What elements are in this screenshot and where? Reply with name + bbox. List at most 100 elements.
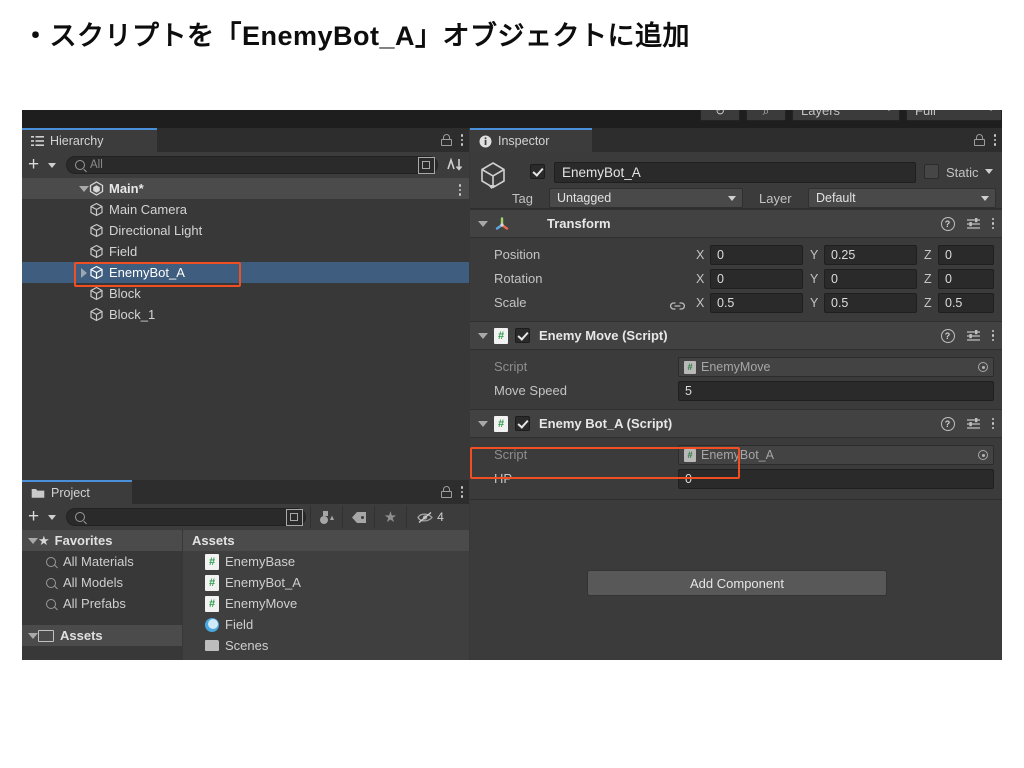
move-speed-input[interactable]: 5 (678, 381, 994, 401)
kebab-menu-icon[interactable] (460, 486, 463, 498)
project-tree-favorites[interactable]: ★ Favorites (22, 530, 182, 551)
asset-item-field[interactable]: Field (183, 614, 469, 635)
chevron-down-icon[interactable] (27, 630, 38, 641)
component-header-enemy-bot-a[interactable]: # Enemy Bot_A (Script) ? (470, 409, 1002, 438)
create-asset-button[interactable]: + (28, 507, 39, 526)
lock-icon[interactable] (973, 134, 985, 146)
component-header-enemy-move[interactable]: # Enemy Move (Script) ? (470, 321, 1002, 350)
chevron-down-icon[interactable] (78, 183, 89, 194)
script-value: EnemyBot_A (701, 448, 774, 462)
layers-dropdown[interactable]: Layers (792, 110, 900, 121)
enemy-move-script-field[interactable]: # EnemyMove (678, 357, 994, 377)
layer-dropdown[interactable]: Default (808, 188, 996, 208)
asset-item-enemybot-a[interactable]: # EnemyBot_A (183, 572, 469, 593)
scale-z-input[interactable]: 0.5 (938, 293, 994, 313)
preset-settings-icon[interactable] (966, 217, 981, 230)
project-tree-assets[interactable]: Assets (22, 625, 182, 646)
tab-inspector[interactable]: Inspector (470, 128, 592, 152)
chevron-down-icon[interactable] (48, 515, 56, 520)
gameobject-cube-icon (89, 265, 104, 280)
kebab-menu-icon[interactable] (991, 329, 994, 342)
expand-window-icon[interactable] (286, 509, 303, 526)
component-enabled-checkbox[interactable] (515, 416, 530, 431)
hierarchy-item-main-camera[interactable]: Main Camera (22, 199, 469, 220)
chevron-down-icon[interactable] (477, 418, 488, 429)
help-icon[interactable]: ? (940, 416, 955, 431)
asset-item-enemybase[interactable]: # EnemyBase (183, 551, 469, 572)
chevron-down-icon[interactable] (27, 535, 38, 546)
kebab-menu-icon[interactable] (991, 417, 994, 430)
object-picker-icon[interactable] (978, 450, 988, 460)
chevron-down-icon[interactable] (48, 163, 56, 168)
layout-dropdown[interactable]: Full (906, 110, 1002, 121)
expand-window-icon[interactable] (418, 157, 435, 174)
gameobject-cube-icon (89, 202, 104, 217)
help-icon[interactable]: ? (940, 328, 955, 343)
chevron-down-icon[interactable] (477, 330, 488, 341)
hierarchy-scene-row[interactable]: Main* (22, 178, 469, 199)
constrain-proportions-link-icon[interactable] (670, 299, 685, 310)
kebab-menu-icon[interactable] (991, 217, 994, 230)
component-title: Enemy Bot_A (Script) (539, 416, 673, 431)
lock-icon[interactable] (440, 134, 452, 146)
position-z-input[interactable]: 0 (938, 245, 994, 265)
hierarchy-tabbar: Hierarchy (22, 128, 469, 152)
hidden-packages-icon[interactable]: 4 (406, 506, 454, 528)
asset-item-enemymove[interactable]: # EnemyMove (183, 593, 469, 614)
material-icon (205, 617, 219, 632)
lock-icon[interactable] (440, 486, 452, 498)
tab-hierarchy[interactable]: Hierarchy (22, 128, 157, 152)
project-tree-all-prefabs[interactable]: All Prefabs (22, 593, 182, 614)
asset-item-scenes[interactable]: Scenes (183, 635, 469, 656)
chevron-right-icon[interactable] (78, 267, 89, 278)
position-y-input[interactable]: 0.25 (824, 245, 917, 265)
hierarchy-item-directional-light[interactable]: Directional Light (22, 220, 469, 241)
kebab-menu-icon[interactable] (458, 184, 461, 196)
static-dropdown-caret-icon[interactable] (985, 169, 993, 174)
toolbar-search-button[interactable]: ⌕ (746, 110, 786, 121)
gameobject-cube-icon[interactable] (478, 160, 508, 190)
refresh-icon: ↻ (714, 110, 726, 118)
kebab-menu-icon[interactable] (993, 134, 996, 146)
kebab-menu-icon[interactable] (460, 134, 463, 146)
tag-dropdown[interactable]: Untagged (549, 188, 743, 208)
static-checkbox[interactable] (924, 164, 939, 179)
component-enabled-checkbox[interactable] (515, 328, 530, 343)
tab-project[interactable]: Project (22, 480, 132, 504)
gameobject-enabled-checkbox[interactable] (530, 164, 545, 179)
hierarchy-item-block-1[interactable]: Block_1 (22, 304, 469, 325)
chevron-down-icon[interactable] (477, 218, 488, 229)
preset-settings-icon[interactable] (966, 417, 981, 430)
add-component-button[interactable]: Add Component (587, 570, 887, 596)
scale-y-input[interactable]: 0.5 (824, 293, 917, 313)
hierarchy-search-input[interactable]: All (66, 156, 438, 174)
gameobject-name-input[interactable]: EnemyBot_A (554, 162, 916, 183)
rotation-y-input[interactable]: 0 (824, 269, 917, 289)
component-header-transform[interactable]: Transform ? (470, 209, 1002, 238)
scale-x-input[interactable]: 0.5 (710, 293, 803, 313)
rotation-z-input[interactable]: 0 (938, 269, 994, 289)
folder-open-icon (38, 629, 54, 642)
asset-type-filter-icon[interactable] (310, 506, 342, 528)
project-tree-all-materials[interactable]: All Materials (22, 551, 182, 572)
csharp-script-icon: # (205, 553, 219, 570)
refresh-button[interactable]: ↻ (700, 110, 740, 121)
position-x-input[interactable]: 0 (710, 245, 803, 265)
enemy-bot-a-script-field[interactable]: # EnemyBot_A (678, 445, 994, 465)
hierarchy-item-field[interactable]: Field (22, 241, 469, 262)
hp-input[interactable]: 0 (678, 469, 994, 489)
preset-settings-icon[interactable] (966, 329, 981, 342)
create-object-button[interactable]: + (28, 155, 39, 174)
object-picker-icon[interactable] (978, 362, 988, 372)
hierarchy-item-enemybot-a[interactable]: EnemyBot_A (22, 262, 469, 283)
project-asset-list: Assets # EnemyBase # EnemyBot_A # EnemyM… (183, 530, 469, 660)
project-search-input[interactable] (66, 508, 306, 526)
hierarchy-item-block[interactable]: Block (22, 283, 469, 304)
favorite-star-filter-icon[interactable]: ★ (374, 506, 406, 528)
help-icon[interactable]: ? (940, 216, 955, 231)
unity-scene-icon (89, 181, 104, 196)
rotation-x-input[interactable]: 0 (710, 269, 803, 289)
project-tree-all-models[interactable]: All Models (22, 572, 182, 593)
sort-icon[interactable] (446, 157, 464, 173)
label-tag-filter-icon[interactable] (342, 506, 374, 528)
